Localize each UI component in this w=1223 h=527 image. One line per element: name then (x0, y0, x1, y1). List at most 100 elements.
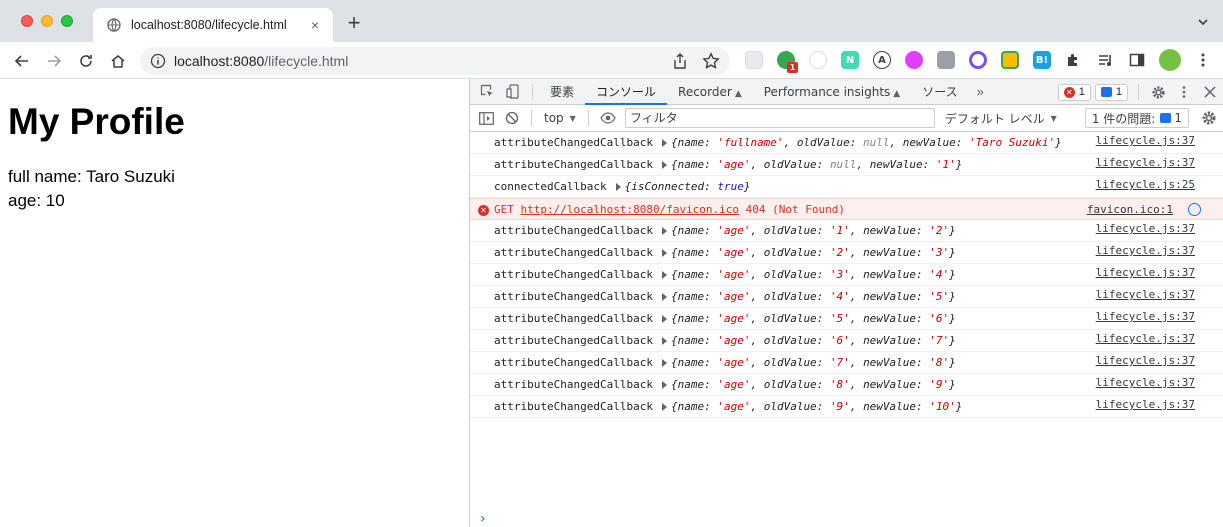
extension-n-icon[interactable]: N (841, 51, 859, 69)
live-expression-button[interactable] (595, 105, 621, 131)
kebab-menu-icon[interactable] (1195, 52, 1211, 68)
source-link[interactable]: lifecycle.js:37 (1096, 242, 1195, 260)
old-value: '9' (829, 400, 850, 413)
device-toolbar-button[interactable] (500, 79, 526, 105)
old-value: null (829, 158, 857, 171)
message-count-badge[interactable]: 1 (1094, 83, 1128, 101)
log-object[interactable]: {name: 'age', oldValue: '9', newValue: '… (671, 400, 962, 413)
share-icon[interactable] (672, 53, 688, 69)
source-link[interactable]: lifecycle.js:37 (1096, 308, 1195, 326)
info-icon[interactable] (150, 53, 166, 69)
inspect-element-button[interactable] (474, 79, 500, 105)
forward-button[interactable] (42, 49, 66, 73)
show-sidebar-button[interactable] (473, 105, 499, 131)
expand-triangle-icon[interactable] (661, 249, 667, 257)
log-object[interactable]: {isConnected: true} (625, 180, 751, 193)
source-link[interactable]: lifecycle.js:37 (1096, 132, 1195, 150)
close-tab-icon[interactable]: × (307, 17, 323, 33)
log-object[interactable]: {name: 'age', oldValue: '7', newValue: '… (671, 356, 956, 369)
expand-triangle-icon[interactable] (661, 139, 667, 147)
expand-triangle-icon[interactable] (661, 227, 667, 235)
source-link[interactable]: lifecycle.js:37 (1096, 330, 1195, 348)
source-link[interactable]: lifecycle.js:37 (1096, 154, 1195, 172)
new-value: '1' (935, 158, 956, 171)
request-url-link[interactable]: http://localhost:8080/favicon.ico (521, 203, 740, 216)
star-icon[interactable] (702, 52, 720, 70)
log-object[interactable]: {name: 'fullname', oldValue: null, newVa… (671, 136, 1062, 149)
zoom-window-button[interactable] (61, 15, 73, 27)
tab-sources[interactable]: ソース (911, 79, 968, 105)
clear-console-button[interactable] (499, 105, 525, 131)
network-request-icon[interactable] (1188, 203, 1201, 216)
log-object[interactable]: {name: 'age', oldValue: null, newValue: … (671, 158, 962, 171)
source-link[interactable]: lifecycle.js:37 (1096, 220, 1195, 238)
cursor-select-icon (480, 84, 493, 97)
chevron-down-icon[interactable] (1197, 16, 1209, 28)
extension-maps-icon[interactable] (1001, 51, 1019, 69)
devtools-close-button[interactable] (1197, 79, 1223, 105)
expand-triangle-icon[interactable] (661, 403, 667, 411)
log-object[interactable]: {name: 'age', oldValue: '1', newValue: '… (671, 224, 956, 237)
console-prompt[interactable]: › (480, 511, 486, 527)
log-prefix: attributeChangedCallback (494, 268, 653, 281)
console-log-row: attributeChangedCallback {name: 'age', ol… (470, 242, 1223, 264)
source-link[interactable]: lifecycle.js:37 (1096, 264, 1195, 282)
extension-grid-icon[interactable] (745, 51, 763, 69)
console-settings-gear-icon[interactable] (1201, 110, 1217, 126)
extension-ring-icon[interactable] (969, 51, 987, 69)
log-object[interactable]: {name: 'age', oldValue: '3', newValue: '… (671, 268, 956, 281)
devtools-menu-button[interactable] (1171, 79, 1197, 105)
home-button[interactable] (106, 49, 130, 73)
puzzle-icon[interactable] (1065, 52, 1081, 68)
browser-tab[interactable]: localhost:8080/lifecycle.html × (93, 8, 333, 42)
tab-elements[interactable]: 要素 (539, 79, 585, 105)
expand-triangle-icon[interactable] (661, 271, 667, 279)
address-bar[interactable]: localhost:8080/lifecycle.html (140, 47, 730, 75)
expand-triangle-icon[interactable] (661, 293, 667, 301)
execution-context-select[interactable]: top ▼ (538, 111, 582, 125)
source-link[interactable]: favicon.ico:1 (1087, 201, 1173, 219)
source-link[interactable]: lifecycle.js:37 (1096, 396, 1195, 414)
back-button[interactable] (10, 49, 34, 73)
source-link[interactable]: lifecycle.js:25 (1096, 176, 1195, 194)
tab-title: localhost:8080/lifecycle.html (131, 18, 287, 32)
tab-performance-insights[interactable]: Performance insights ▲ (753, 79, 911, 105)
more-tabs-button[interactable]: » (969, 84, 992, 99)
log-object[interactable]: {name: 'age', oldValue: '8', newValue: '… (671, 378, 956, 391)
tab-console[interactable]: コンソール (585, 79, 668, 105)
extension-record-icon[interactable] (905, 51, 923, 69)
new-tab-button[interactable]: + (344, 12, 364, 34)
reload-button[interactable] (74, 49, 98, 73)
object-key: isConnected (631, 180, 705, 193)
minimize-window-button[interactable] (41, 15, 53, 27)
extension-a-icon[interactable]: A (873, 51, 891, 69)
devtools-settings-button[interactable] (1145, 79, 1171, 105)
extension-clock-icon[interactable] (809, 51, 827, 69)
error-count-badge[interactable]: ✕ 1 (1057, 83, 1091, 101)
extension-hatena-icon[interactable]: B! (1033, 51, 1051, 69)
log-levels-dropdown[interactable]: デフォルト レベル ▼ (945, 110, 1057, 127)
log-object[interactable]: {name: 'age', oldValue: '5', newValue: '… (671, 312, 956, 325)
source-link[interactable]: lifecycle.js:37 (1096, 352, 1195, 370)
log-object[interactable]: {name: 'age', oldValue: '6', newValue: '… (671, 334, 956, 347)
issues-button[interactable]: 1 件の問題: 1 (1084, 108, 1189, 128)
expand-triangle-icon[interactable] (661, 161, 667, 169)
log-object[interactable]: {name: 'age', oldValue: '2', newValue: '… (671, 246, 956, 259)
expand-triangle-icon[interactable] (661, 381, 667, 389)
source-link[interactable]: lifecycle.js:37 (1096, 286, 1195, 304)
side-panel-icon[interactable] (1129, 52, 1145, 68)
expand-triangle-icon[interactable] (661, 315, 667, 323)
media-queue-icon[interactable] (1097, 52, 1113, 68)
close-window-button[interactable] (21, 15, 33, 27)
expand-triangle-icon[interactable] (615, 183, 621, 191)
expand-triangle-icon[interactable] (661, 337, 667, 345)
console-filter-input[interactable]: フィルタ (624, 108, 935, 128)
expand-triangle-icon[interactable] (661, 359, 667, 367)
new-value: '3' (929, 246, 950, 259)
tab-recorder[interactable]: Recorder ▲ (667, 79, 753, 105)
source-link[interactable]: lifecycle.js:37 (1096, 374, 1195, 392)
log-prefix: attributeChangedCallback (494, 334, 653, 347)
profile-avatar[interactable] (1159, 49, 1181, 71)
camera-icon[interactable] (937, 51, 955, 69)
log-object[interactable]: {name: 'age', oldValue: '4', newValue: '… (671, 290, 956, 303)
